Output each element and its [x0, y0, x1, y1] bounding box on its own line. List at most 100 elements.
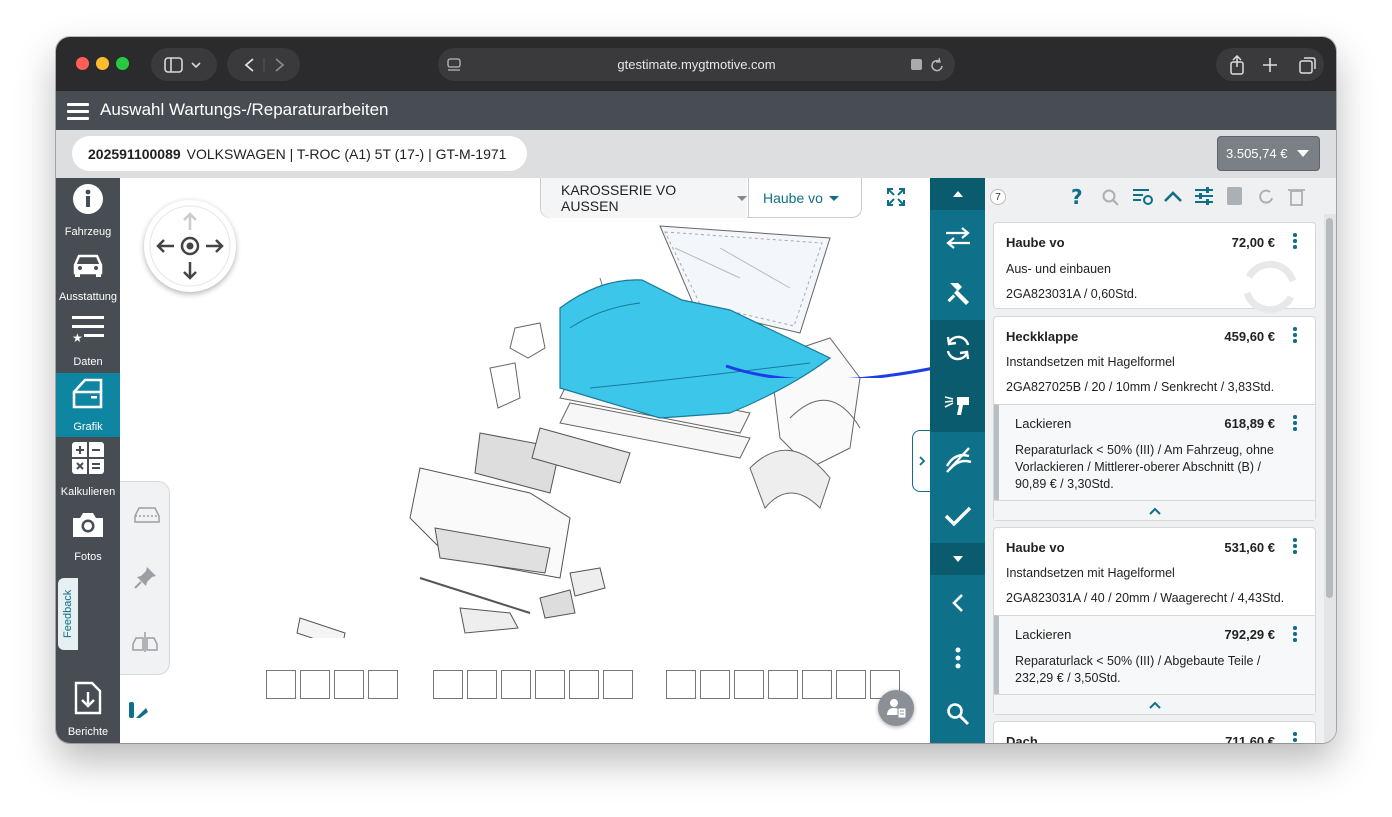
sidebar-item-label: Berichte	[67, 726, 109, 738]
chevron-down-icon	[828, 195, 839, 201]
sub-menu-icon[interactable]	[1293, 626, 1297, 642]
zoom-window-button[interactable]	[116, 57, 129, 70]
translate-icon[interactable]	[911, 59, 922, 70]
part-thumbnail[interactable]	[501, 670, 531, 699]
total-dropdown[interactable]: 3.505,74 €	[1217, 136, 1320, 171]
menu-icon[interactable]	[67, 103, 89, 120]
card-title: Haube vo	[1006, 235, 1065, 250]
sidebar-item-kalkulieren[interactable]: Kalkulieren	[56, 438, 120, 502]
chevron-up-icon	[1148, 701, 1161, 709]
scroll-up-button[interactable]	[930, 178, 985, 210]
card-price: 711,60 €	[1225, 734, 1275, 743]
confirm-button[interactable]	[930, 488, 985, 543]
sidebar-item-label: Grafik	[73, 421, 103, 433]
card-menu-icon[interactable]	[1293, 538, 1297, 554]
part-dropdown[interactable]: Haube vo	[748, 178, 862, 218]
new-tab-icon[interactable]	[1263, 57, 1277, 72]
repair-operation-button[interactable]	[930, 265, 985, 320]
card-operation: Aus- und einbauen	[1006, 262, 1111, 276]
part-thumbnail[interactable]	[368, 670, 398, 699]
part-thumbnail[interactable]	[734, 670, 764, 699]
panel-scrollbar[interactable]	[1326, 218, 1333, 598]
card-menu-icon[interactable]	[1293, 732, 1297, 743]
part-thumbnail[interactable]	[802, 670, 832, 699]
main-sidebar: Fahrzeug Ausstattung ★ Daten Grafik Kalk…	[56, 178, 120, 743]
user-notes-button[interactable]	[878, 690, 914, 726]
card-detail: 2GA823031A / 40 / 20mm / Waagerecht / 4,…	[1006, 591, 1285, 605]
feedback-tab[interactable]: Feedback	[58, 578, 78, 650]
paint-sub-operation[interactable]: Lackieren 618,89 € Reparaturlack < 50% (…	[994, 404, 1315, 500]
share-icon[interactable]	[1230, 54, 1244, 75]
list-search-icon[interactable]	[1133, 189, 1153, 205]
part-thumbnail[interactable]	[266, 670, 296, 699]
pin-icon[interactable]	[133, 564, 159, 590]
search-button[interactable]	[930, 686, 985, 741]
navigation-joystick[interactable]	[144, 200, 236, 292]
group-selector: KAROSSERIE VO AUSSEN Haube vo	[540, 178, 862, 218]
vehicle-info[interactable]: 202591100089 VOLKSWAGEN | T-ROC (A1) 5T …	[72, 136, 527, 171]
part-thumbnail[interactable]	[433, 670, 463, 699]
group-dropdown[interactable]: KAROSSERIE VO AUSSEN	[541, 178, 747, 218]
filter-sliders-icon[interactable]	[1195, 187, 1213, 205]
app-header: Auswahl Wartungs-/Reparaturarbeiten	[56, 91, 1336, 130]
sidebar-toggle-button[interactable]	[151, 48, 217, 81]
part-thumbnail[interactable]	[768, 670, 798, 699]
back-icon[interactable]	[244, 57, 254, 72]
part-thumbnail[interactable]	[700, 670, 730, 699]
graphic-tool-strip	[120, 481, 170, 675]
minimize-window-button[interactable]	[96, 57, 109, 70]
list-star-icon: ★	[72, 316, 104, 344]
operation-card[interactable]: Heckklappe 459,60 € Instandsetzen mit Ha…	[993, 316, 1316, 521]
car-view-icon[interactable]	[132, 502, 162, 526]
close-window-button[interactable]	[76, 57, 89, 70]
operation-card[interactable]: Dach 711,60 €	[993, 721, 1316, 743]
card-menu-icon[interactable]	[1293, 327, 1297, 343]
sub-menu-icon[interactable]	[1293, 415, 1297, 431]
part-thumbnail[interactable]	[666, 670, 696, 699]
operation-card[interactable]: Haube vo 72,00 € Aus- und einbauen 2GA82…	[993, 222, 1316, 314]
more-button[interactable]	[930, 630, 985, 685]
card-menu-icon[interactable]	[1293, 233, 1297, 249]
part-thumbnail[interactable]	[569, 670, 599, 699]
tab-overview-icon[interactable]	[1299, 56, 1316, 74]
fullscreen-icon[interactable]	[886, 187, 906, 207]
part-thumbnail[interactable]	[836, 670, 866, 699]
back-button[interactable]	[930, 575, 985, 630]
search-part-icon[interactable]	[1102, 189, 1119, 206]
sidebar-item-berichte[interactable]: Berichte	[56, 678, 120, 742]
part-thumbnail[interactable]	[603, 670, 633, 699]
collapse-all-icon[interactable]	[1164, 191, 1182, 202]
sidebar-item-daten[interactable]: ★ Daten	[56, 308, 120, 372]
camera-icon	[73, 513, 103, 537]
part-thumbnail[interactable]	[334, 670, 364, 699]
panel-toggle-button[interactable]	[912, 430, 930, 492]
sidebar-item-grafik[interactable]: Grafik	[56, 373, 120, 437]
refresh-icon	[946, 335, 969, 361]
sidebar-item-ausstattung[interactable]: Ausstattung	[56, 243, 120, 307]
calculator-disabled-icon[interactable]	[1227, 187, 1242, 205]
paint-sub-operation[interactable]: Lackieren 792,29 € Reparaturlack < 50% (…	[994, 615, 1315, 694]
collapse-sub-button[interactable]	[994, 694, 1315, 714]
part-thumbnail[interactable]	[535, 670, 565, 699]
part-thumbnail[interactable]	[300, 670, 330, 699]
scroll-down-button[interactable]	[930, 543, 985, 575]
user-doc-icon	[887, 699, 907, 719]
remove-install-operation-button[interactable]	[930, 320, 985, 376]
address-bar[interactable]: gtestimate.mygtmotive.com	[438, 48, 955, 81]
help-icon[interactable]: ?	[1071, 186, 1083, 208]
part-thumbnail[interactable]	[467, 670, 497, 699]
paint-operation-button[interactable]	[930, 376, 985, 432]
compare-cars-icon[interactable]	[131, 630, 159, 654]
hide-paint-button[interactable]	[930, 432, 985, 487]
sidebar-item-fahrzeug[interactable]: Fahrzeug	[56, 178, 120, 242]
chevron-left-icon	[951, 593, 963, 612]
site-settings-icon[interactable]	[447, 58, 461, 72]
undo-icon[interactable]	[1259, 189, 1273, 204]
replace-operation-button[interactable]	[930, 210, 985, 265]
sidebar-item-fotos[interactable]: Fotos	[56, 503, 120, 567]
forward-icon[interactable]	[274, 57, 284, 72]
trash-icon[interactable]	[1288, 189, 1305, 206]
operation-card[interactable]: Haube vo 531,60 € Instandsetzen mit Hage…	[993, 527, 1316, 715]
calculator-icon	[72, 442, 104, 474]
collapse-sub-button[interactable]	[994, 500, 1315, 520]
